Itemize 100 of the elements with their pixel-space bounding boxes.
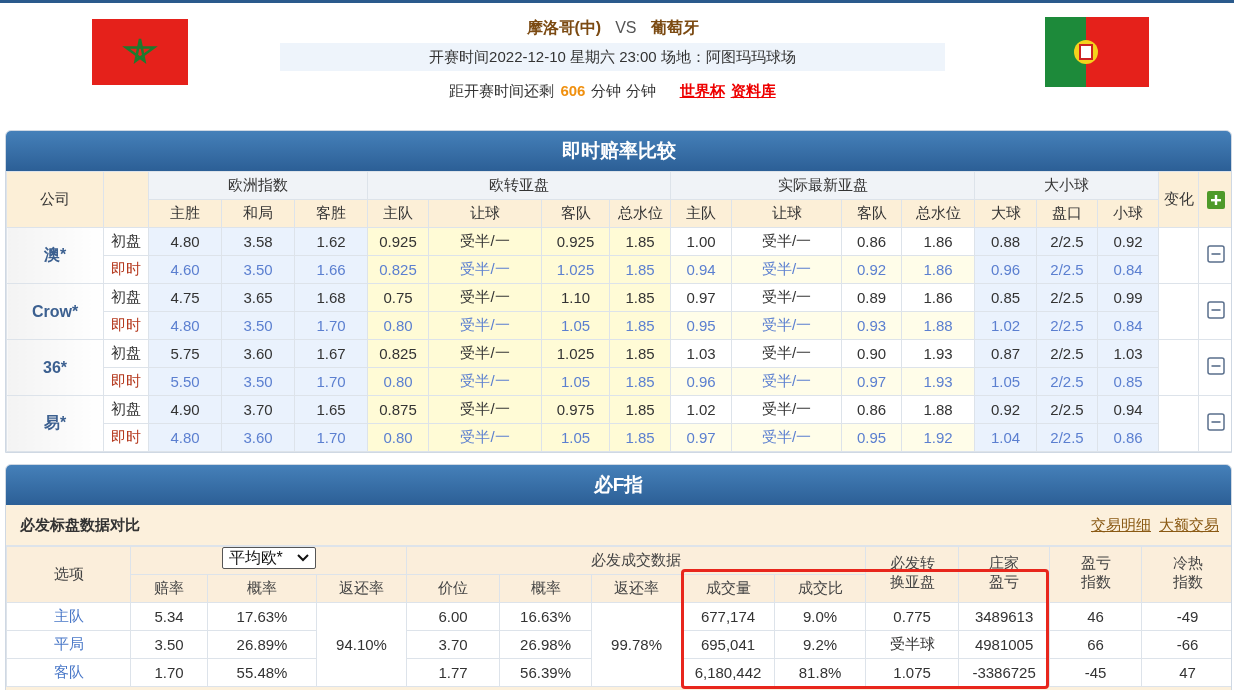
table-cell: 1.85: [609, 283, 671, 312]
table-cell: 1.70: [130, 658, 208, 687]
column-header: 返还率: [591, 574, 682, 603]
table-cell: 0.875: [367, 395, 429, 424]
link[interactable]: 交易明细: [1091, 515, 1151, 535]
table-cell: 0.84: [1097, 311, 1159, 340]
table-cell: 0.975: [541, 395, 610, 424]
table-cell: 0.925: [541, 227, 610, 256]
table-cell: 受半/一: [731, 311, 842, 340]
table-cell: 5.75: [148, 339, 222, 368]
table-cell: 0.99: [1097, 283, 1159, 312]
table-cell: 1.05: [541, 423, 610, 452]
option-link[interactable]: 平局: [53, 635, 84, 652]
table-cell: 0.88: [974, 227, 1037, 256]
column-header: 概率: [499, 574, 592, 603]
table-cell: 1.10: [541, 283, 610, 312]
column-header: 选项: [6, 546, 131, 603]
table-cell: 0.80: [367, 311, 429, 340]
table-cell: 3.65: [221, 283, 295, 312]
table-cell: 94.10%: [316, 602, 407, 687]
table-cell: 1.70: [294, 311, 368, 340]
link[interactable]: 资料库: [730, 77, 776, 105]
section-title: 即时赔率比较: [6, 131, 1231, 171]
table-cell: 1.66: [294, 255, 368, 284]
table-cell: 受半/一: [731, 367, 842, 396]
table-cell: 4.60: [148, 255, 222, 284]
table-cell: 3.58: [221, 227, 295, 256]
collapse-icon[interactable]: [1207, 245, 1226, 263]
table-cell: 1.86: [901, 227, 975, 256]
option-link[interactable]: 主队: [53, 607, 84, 624]
option-link[interactable]: 客队: [53, 663, 84, 680]
table-cell: 2/2.5: [1036, 311, 1098, 340]
table-cell: 677,174: [681, 602, 775, 631]
collapse-icon[interactable]: [1207, 301, 1226, 319]
table-cell: 0.86: [1097, 423, 1159, 452]
table-cell: 6.00: [406, 602, 500, 631]
column-header: 赔率: [130, 574, 208, 603]
countdown-label: 距开赛时间还剩: [449, 81, 555, 101]
table-cell: 2/2.5: [1036, 395, 1098, 424]
company-name[interactable]: 澳*: [43, 246, 67, 263]
collapse-icon[interactable]: [1207, 357, 1226, 375]
column-header: 让球: [731, 199, 842, 228]
link[interactable]: 世界杯: [679, 77, 725, 105]
table-cell: 1.88: [901, 311, 975, 340]
table-cell: 3.60: [221, 339, 295, 368]
group-header: 大小球: [974, 171, 1159, 200]
company-name[interactable]: 36*: [43, 358, 67, 376]
row-label: 即时: [103, 423, 149, 452]
table-cell: 1.85: [609, 227, 671, 256]
table-cell: 0.96: [670, 367, 732, 396]
table-cell: 1.03: [670, 339, 732, 368]
table-cell: 1.70: [294, 367, 368, 396]
table-cell: 受半/一: [731, 283, 842, 312]
table-cell: 1.85: [609, 423, 671, 452]
table-cell: 0.86: [841, 227, 902, 256]
select-dropdown[interactable]: 平均欧*: [221, 547, 316, 569]
table-cell: 1.02: [974, 311, 1037, 340]
table-cell: 4.90: [148, 395, 222, 424]
table-cell: 1.05: [541, 367, 610, 396]
table-cell: 受半/一: [731, 423, 842, 452]
company-name[interactable]: 易*: [43, 414, 67, 431]
table-cell: 0.92: [974, 395, 1037, 424]
table-cell: 1.025: [541, 255, 610, 284]
table-cell: 0.75: [367, 283, 429, 312]
table-cell: 受半/一: [428, 255, 542, 284]
table-cell: 受半/一: [731, 255, 842, 284]
table-cell: 0.93: [841, 311, 902, 340]
company-name[interactable]: Crow*: [31, 302, 79, 320]
column-header: 总水位: [609, 199, 671, 228]
collapse-icon[interactable]: [1207, 413, 1226, 431]
table-cell: 9.0%: [774, 602, 866, 631]
column-header: 客胜: [294, 199, 368, 228]
group-header: 必发成交数据: [406, 546, 866, 575]
table-cell: 0.97: [670, 283, 732, 312]
table-cell: 受半/一: [428, 395, 542, 424]
link[interactable]: 大额交易: [1159, 515, 1219, 535]
table-cell: 66: [1049, 630, 1142, 659]
table-cell: 0.94: [1097, 395, 1159, 424]
table-cell: 4.75: [148, 283, 222, 312]
column-header: 客队: [541, 199, 610, 228]
table-cell: 受半/一: [731, 227, 842, 256]
table-cell: 受半/一: [428, 227, 542, 256]
column-header: 大球: [974, 199, 1037, 228]
table-cell: 0.92: [841, 255, 902, 284]
table-cell: 1.85: [609, 255, 671, 284]
expand-icon[interactable]: [1207, 191, 1226, 209]
table-cell: 0.87: [974, 339, 1037, 368]
table-cell: 0.825: [367, 339, 429, 368]
table-cell: 1.70: [294, 423, 368, 452]
table-cell: 3.50: [221, 255, 295, 284]
table-cell: 4.80: [148, 227, 222, 256]
table-cell: 1.67: [294, 339, 368, 368]
table-cell: 1.93: [901, 339, 975, 368]
table-cell: 3.50: [130, 630, 208, 659]
column-header: 主队: [367, 199, 429, 228]
table-cell: 0.85: [974, 283, 1037, 312]
table-cell: 2/2.5: [1036, 423, 1098, 452]
table-cell: 3.50: [221, 311, 295, 340]
table-cell: 1.92: [901, 423, 975, 452]
column-header: 概率: [207, 574, 317, 603]
